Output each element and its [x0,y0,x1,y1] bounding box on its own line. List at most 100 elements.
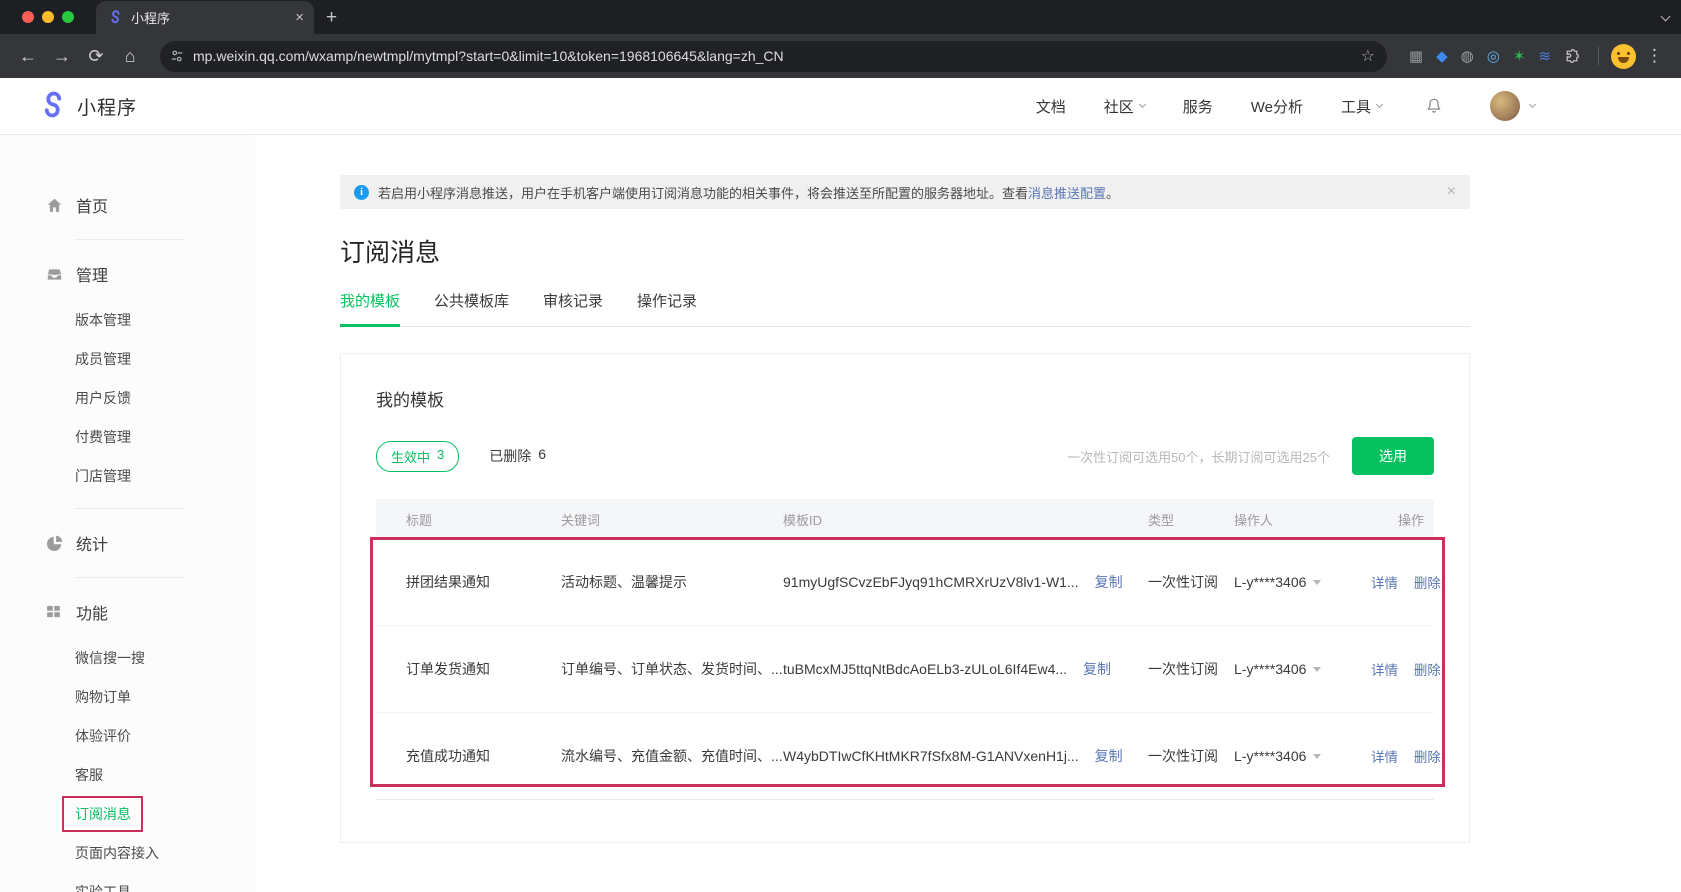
nav-docs[interactable]: 文档 [1036,96,1066,117]
sidebar-item-version-management[interactable]: 版本管理 [75,310,131,330]
template-id: 91myUgfSCvzEbFJyq91hCMRXrUzV8lv1-W1... [783,574,1079,590]
nav-community[interactable]: 社区 [1104,96,1145,117]
features-subitems: 微信搜一搜 购物订单 体验评价 客服 订阅消息 页面内容接入 实验工具 [75,648,255,892]
message-push-config-link[interactable]: 消息推送配置 [1028,183,1106,202]
new-tab-button[interactable]: + [326,7,337,29]
browser-tab[interactable]: 小程序 × [96,1,314,34]
operator-dropdown[interactable]: L-y****3406 [1234,574,1359,590]
delete-link[interactable]: 删除 [1414,750,1441,765]
tab-search-icon[interactable] [1662,7,1669,25]
sidebar-item-user-feedback[interactable]: 用户反馈 [75,388,131,408]
tab-my-templates[interactable]: 我的模板 [340,290,400,327]
chevron-down-icon [1376,101,1383,108]
template-type: 一次性订阅 [1148,572,1234,592]
browser-menu-icon[interactable]: ⋮ [1642,46,1667,66]
sidebar-item-management[interactable]: 管理 [45,262,255,286]
filter-deleted-count: 6 [538,446,546,466]
tab-close-icon[interactable]: × [295,10,304,25]
sidebar-item-page-content-access[interactable]: 页面内容接入 [75,843,159,863]
sidebar-item-member-management[interactable]: 成员管理 [75,349,131,369]
banner-close-icon[interactable]: × [1447,183,1456,201]
sidebar-item-statistics[interactable]: 统计 [45,531,255,555]
filter-active-pill[interactable]: 生效中 3 [376,441,459,472]
screen: 小程序 × + ← → ⟳ ⌂ mp.weixin.qq.com/wxamp/n… [0,0,1681,892]
template-keywords: 活动标题、温馨提示 [561,572,783,592]
home-icon[interactable]: ⌂ [116,42,144,70]
sidebar-item-shopping-orders[interactable]: 购物订单 [75,687,131,707]
col-title: 标题 [376,510,561,529]
template-id-cell: 91myUgfSCvzEbFJyq91hCMRXrUzV8lv1-W1... 复… [783,572,1148,592]
table-row: 拼团结果通知 活动标题、温馨提示 91myUgfSCvzEbFJyq91hCMR… [376,539,1434,626]
minimize-window-icon[interactable] [42,11,54,23]
info-banner: i 若启用小程序消息推送，用户在手机客户端使用订阅消息功能的相关事件，将会推送至… [340,175,1470,209]
tab-public-template-library[interactable]: 公共模板库 [434,290,509,327]
copy-link[interactable]: 复制 [1095,572,1123,592]
copy-link[interactable]: 复制 [1095,746,1123,766]
my-templates-card: 我的模板 生效中 3 已删除 6 一次性订阅可选用50个，长期订阅可选用25个 … [340,353,1470,843]
quota-hint: 一次性订阅可选用50个，长期订阅可选用25个 [1067,447,1330,466]
browser-profile-avatar[interactable] [1611,44,1636,69]
close-window-icon[interactable] [22,11,34,23]
miniprogram-favicon-icon [108,10,123,25]
table-row: 充值成功通知 流水编号、充值金额、充值时间、... W4ybDTIwCfKHtM… [376,713,1434,800]
tray-icon [45,265,64,284]
sidebar-item-subscribe-message[interactable]: 订阅消息 [75,804,131,824]
sidebar-item-experiment-tools[interactable]: 实验工具 [75,882,131,892]
filter-deleted[interactable]: 已删除 6 [489,446,546,466]
tab-operation-records[interactable]: 操作记录 [637,290,697,327]
delete-link[interactable]: 删除 [1414,663,1441,678]
sidebar-item-experience-review[interactable]: 体验评价 [75,726,131,746]
site-settings-icon[interactable] [170,49,184,63]
browser-toolbar: ← → ⟳ ⌂ mp.weixin.qq.com/wxamp/newtmpl/m… [0,34,1681,78]
sidebar-item-customer-service[interactable]: 客服 [75,765,103,785]
app-body: 首页 管理 版本管理 成员管理 用户反馈 付费管理 门店管理 [0,135,1681,892]
operator-dropdown[interactable]: L-y****3406 [1234,661,1359,677]
detail-link[interactable]: 详情 [1371,750,1398,765]
detail-link[interactable]: 详情 [1371,663,1398,678]
ext-star-icon[interactable]: ✶ [1513,49,1526,64]
template-keywords: 订单编号、订单状态、发货时间、... [561,659,783,679]
sidebar-item-label: 功能 [76,600,108,624]
caret-down-icon [1313,667,1321,672]
select-template-button[interactable]: 选用 [1352,437,1434,475]
account-menu[interactable] [1490,91,1535,121]
col-operator: 操作人 [1234,510,1359,529]
page-title: 订阅消息 [340,233,1470,269]
back-icon[interactable]: ← [14,42,42,70]
sidebar-item-wechat-search[interactable]: 微信搜一搜 [75,648,145,668]
nav-tools[interactable]: 工具 [1341,96,1382,117]
nav-we-analytics[interactable]: We分析 [1251,96,1303,117]
ext-ring-icon[interactable]: ◎ [1487,49,1500,64]
sidebar-item-features[interactable]: 功能 [45,600,255,624]
caret-down-icon [1313,580,1321,585]
copy-link[interactable]: 复制 [1083,659,1111,679]
maximize-window-icon[interactable] [62,11,74,23]
brand[interactable]: 小程序 [38,91,137,121]
sidebar-item-home[interactable]: 首页 [45,193,255,217]
sidebar-item-store-management[interactable]: 门店管理 [75,466,131,486]
ext-grid-icon[interactable]: ▦ [1409,49,1423,64]
bookmark-star-icon[interactable]: ☆ [1361,46,1375,66]
reload-icon[interactable]: ⟳ [82,42,110,70]
delete-link[interactable]: 删除 [1414,576,1441,591]
notifications-bell-icon[interactable] [1424,96,1444,116]
url-text[interactable]: mp.weixin.qq.com/wxamp/newtmpl/mytmpl?st… [193,48,1352,64]
forward-icon[interactable]: → [48,42,76,70]
toolbar-divider [1598,47,1599,65]
ext-layers-icon[interactable]: ≋ [1538,49,1551,64]
operator-dropdown[interactable]: L-y****3406 [1234,748,1359,764]
extensions-puzzle-icon[interactable] [1564,48,1580,64]
ext-globe-icon[interactable]: ◍ [1461,49,1474,64]
template-keywords: 流水编号、充值金额、充值时间、... [561,746,783,766]
sidebar-item-payment-management[interactable]: 付费管理 [75,427,131,447]
site-header: 小程序 文档 社区 服务 We分析 工具 [0,78,1681,135]
sidebar-item-label: 首页 [76,193,108,217]
filter-row: 生效中 3 已删除 6 一次性订阅可选用50个，长期订阅可选用25个 选用 [376,437,1434,475]
detail-link[interactable]: 详情 [1371,576,1398,591]
banner-text: 若启用小程序消息推送，用户在手机客户端使用订阅消息功能的相关事件，将会推送至所配… [378,183,1028,202]
address-bar[interactable]: mp.weixin.qq.com/wxamp/newtmpl/mytmpl?st… [160,41,1387,72]
template-title: 拼团结果通知 [376,572,561,592]
tab-review-records[interactable]: 审核记录 [543,290,603,327]
ext-gem-icon[interactable]: ◆ [1436,49,1448,64]
nav-services[interactable]: 服务 [1183,96,1213,117]
